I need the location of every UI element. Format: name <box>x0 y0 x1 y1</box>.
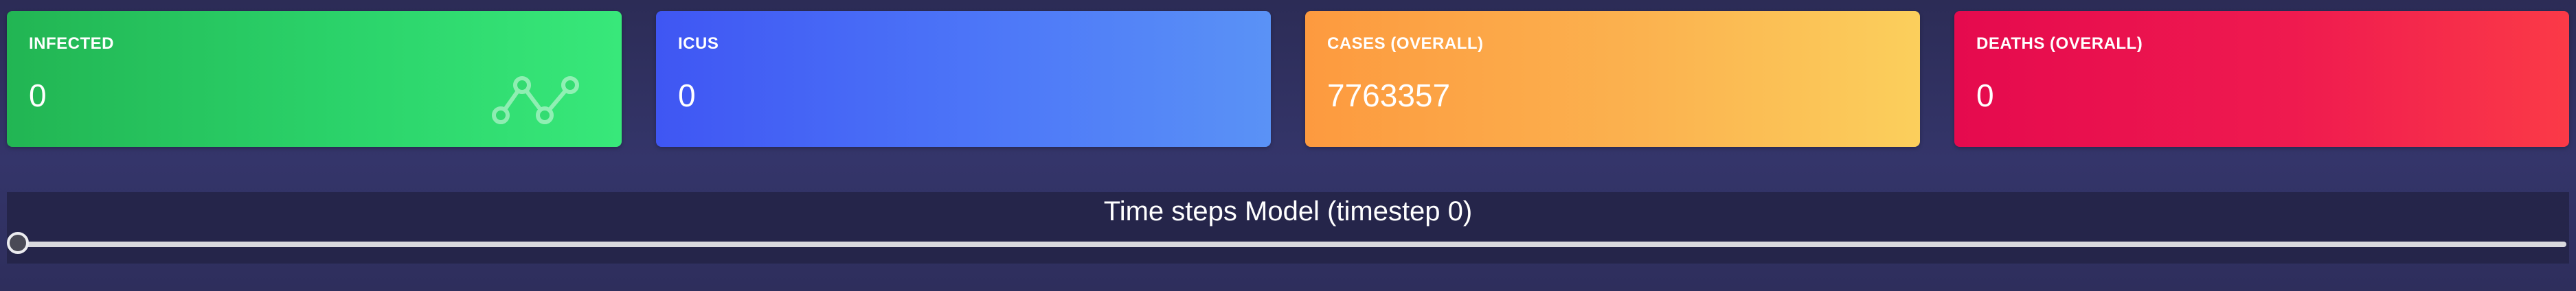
timestep-slider-track[interactable] <box>19 242 2566 247</box>
timestep-title: Time steps Model (timestep 0) <box>1103 196 1473 226</box>
line-chart-icon <box>492 76 579 124</box>
infected-card: INFECTED 0 <box>7 11 622 147</box>
infected-label: INFECTED <box>29 34 114 53</box>
icus-card: ICUS 0 <box>656 11 1271 147</box>
timestep-slider-handle[interactable] <box>7 232 29 254</box>
timestep-panel: Time steps Model (timestep 0) <box>7 192 2569 264</box>
cases-card: CASES (OVERALL) 7763357 <box>1305 11 1920 147</box>
deaths-value: 0 <box>1976 78 1994 113</box>
icus-value: 0 <box>678 78 696 113</box>
cases-label: CASES (OVERALL) <box>1327 34 1484 53</box>
deaths-label: DEATHS (OVERALL) <box>1976 34 2143 53</box>
cases-value: 7763357 <box>1327 78 1451 113</box>
deaths-card: DEATHS (OVERALL) 0 <box>1954 11 2569 147</box>
stat-cards: INFECTED 0 ICUS 0 CASES (OVERALL) 776335… <box>7 11 2569 148</box>
icus-label: ICUS <box>678 34 719 53</box>
